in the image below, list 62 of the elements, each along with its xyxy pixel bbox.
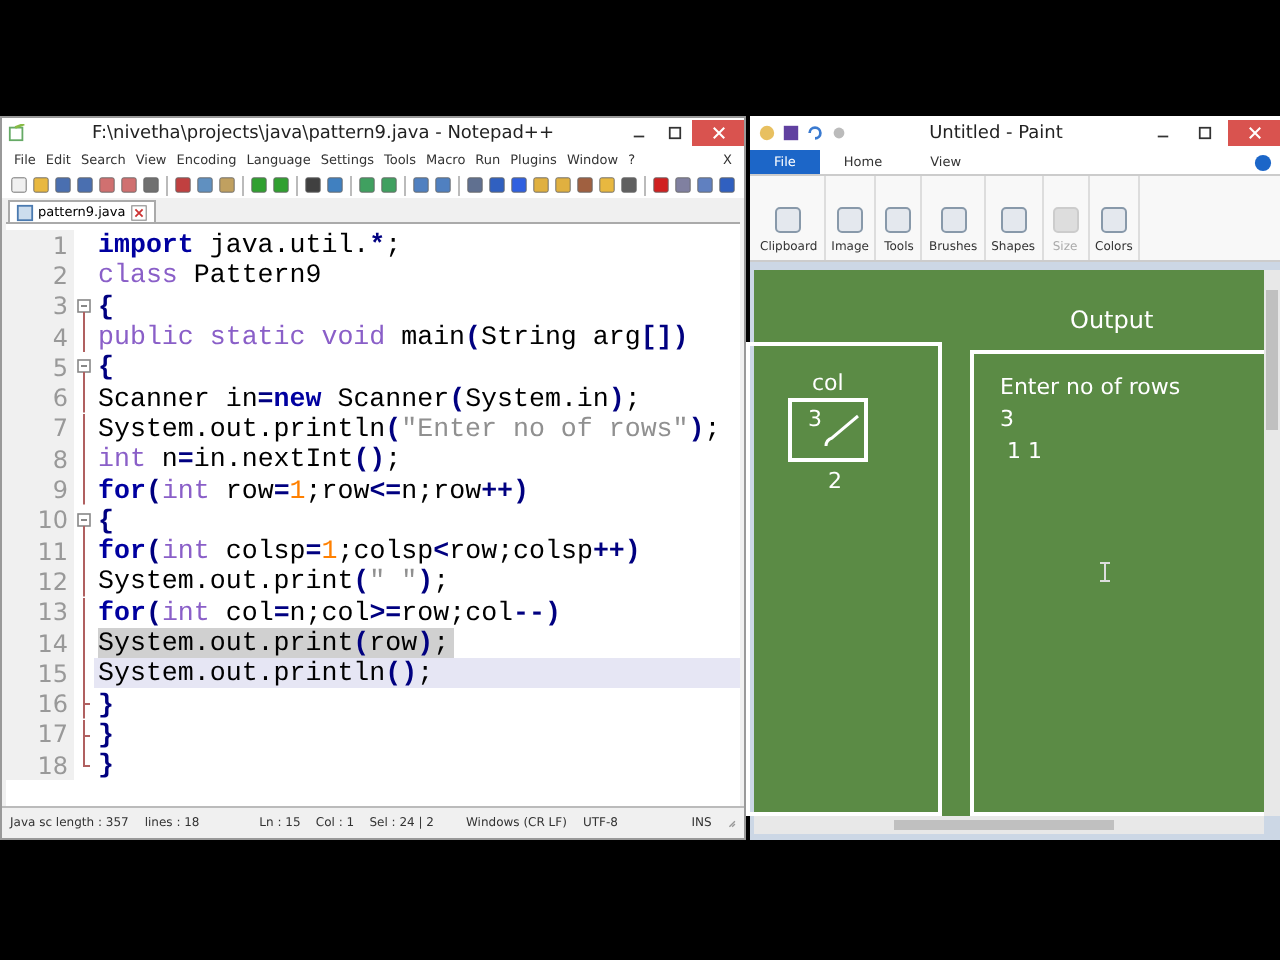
- canvas-label: col: [812, 370, 844, 396]
- horizontal-scrollbar[interactable]: [754, 816, 1264, 834]
- line-number: 13: [6, 597, 74, 628]
- code-line: System.out.println();: [98, 658, 436, 689]
- line-number: 7: [6, 413, 74, 445]
- code-line: {: [98, 352, 116, 383]
- line-number: 9: [6, 474, 74, 506]
- line-number: 8: [6, 444, 74, 475]
- code-line: System.out.print(" ");: [98, 566, 452, 597]
- tool-icon: [937, 204, 970, 236]
- line-number: 3: [6, 291, 74, 322]
- code-line: for(int colsp=1;colsp<row;colsp++): [98, 536, 643, 567]
- line-number: 12: [6, 566, 74, 598]
- canvas-heading: Output: [1070, 306, 1154, 334]
- line-number: 15: [6, 658, 74, 689]
- tool-icon: [1097, 204, 1130, 236]
- line-number: 10: [6, 505, 74, 536]
- tool-icon: [1049, 204, 1082, 236]
- code-line: class Pattern9: [98, 260, 324, 291]
- code-line: }: [98, 719, 116, 750]
- code-line: {: [98, 505, 116, 536]
- line-number: 11: [6, 535, 74, 567]
- text-cursor-icon: [1100, 562, 1110, 582]
- vertical-scrollbar[interactable]: [1264, 270, 1280, 816]
- code-line: System.out.println("Enter no of rows");: [98, 413, 723, 444]
- code-line: public static void main(String arg[]): [98, 322, 691, 353]
- window-title: F:\nivetha\projects\java\pattern9.java - Notepad++: [89, 123, 557, 143]
- file-icon: [16, 203, 34, 221]
- code-line: int n=in.nextInt();: [98, 444, 404, 475]
- code-line: Scanner in=new Scanner(System.in);: [98, 383, 643, 414]
- tool-icon: [997, 204, 1030, 236]
- code-line: }: [98, 750, 116, 781]
- code-line: }: [98, 689, 116, 720]
- code-line: for(int row=1;row<=n;row++): [98, 475, 532, 506]
- window-title: Untitled - Paint: [927, 123, 1065, 143]
- code-line: for(int col=n;col>=row;col--): [98, 597, 563, 628]
- line-number: 18: [6, 750, 74, 781]
- value-box: [788, 398, 868, 462]
- resize-grip-icon[interactable]: [727, 817, 736, 829]
- output-line: Enter no of rows: [1000, 374, 1181, 402]
- strike-line: [824, 410, 860, 450]
- output-line: 1 1: [1004, 438, 1044, 466]
- canvas-label: 2: [828, 468, 842, 494]
- line-number: 14: [6, 627, 74, 659]
- line-number: 6: [6, 382, 74, 414]
- struck-value: 3: [808, 406, 822, 432]
- line-number: 1: [6, 230, 74, 261]
- code-line: import java.util.*;: [98, 230, 404, 261]
- maximize-icon: [1197, 126, 1211, 140]
- line-number: 17: [6, 719, 74, 751]
- app-icon: [758, 124, 776, 142]
- tool-icon: [834, 204, 867, 236]
- line-number: 16: [6, 688, 74, 720]
- line-number: 5: [6, 352, 74, 383]
- tool-icon: [772, 204, 805, 236]
- code-line: {: [98, 291, 116, 322]
- app-icon: [8, 124, 26, 142]
- tool-icon: [882, 204, 915, 236]
- output-line: 3: [1000, 406, 1016, 434]
- line-number: 2: [6, 260, 74, 292]
- line-number: 4: [6, 321, 74, 353]
- maximize-icon: [667, 126, 681, 140]
